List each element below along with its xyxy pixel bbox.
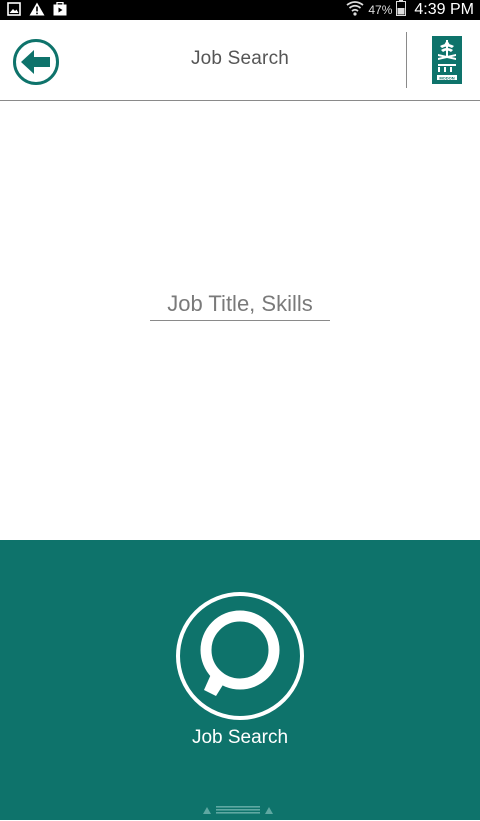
modon-logo: MODON (432, 36, 462, 84)
image-icon (7, 2, 21, 21)
search-field-container (150, 288, 330, 322)
job-title-skills-input[interactable] (150, 288, 330, 321)
app-header: Job Search MODON (0, 20, 480, 101)
notification-icons (7, 1, 67, 21)
system-icons: 47% 4:39 PM (346, 0, 474, 20)
header-divider (406, 32, 407, 88)
page-title: Job Search (190, 48, 290, 69)
battery-icon (396, 0, 407, 21)
drawer-handle-icon (203, 806, 273, 814)
logo-text: MODON (439, 75, 454, 80)
job-search-button[interactable] (174, 590, 306, 722)
battery-percent: 47% (368, 3, 393, 17)
drawer-handle[interactable] (202, 802, 278, 816)
clock: 4:39 PM (414, 1, 474, 18)
search-action-panel: Job Search (0, 540, 480, 820)
status-bar: 47% 4:39 PM (0, 0, 480, 20)
warning-icon (29, 2, 45, 21)
job-search-label: Job Search (191, 727, 289, 748)
wifi-icon (346, 0, 364, 21)
video-icon (53, 1, 67, 21)
job-search-icon (176, 592, 304, 720)
